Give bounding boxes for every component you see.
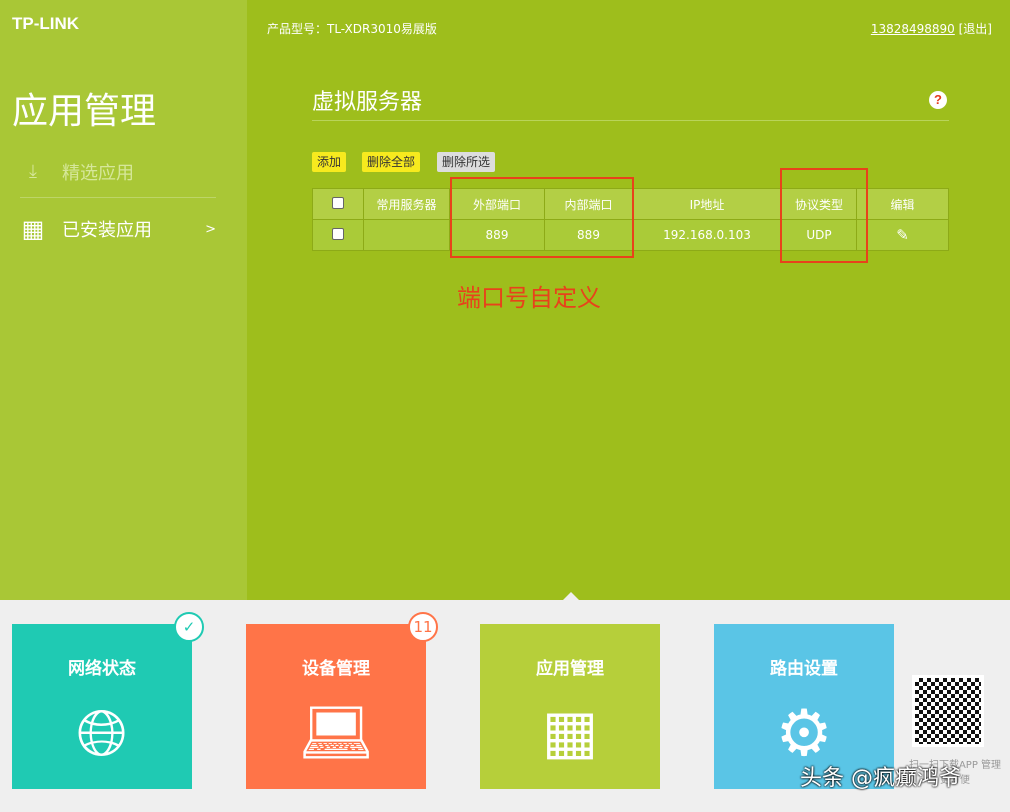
- tile-device-management[interactable]: 11 设备管理 💻︎: [246, 624, 426, 789]
- cell-ip: 192.168.0.103: [633, 220, 782, 251]
- tile-label: 设备管理: [246, 654, 426, 679]
- tp-link-logo: TP-LINK: [12, 14, 79, 34]
- edit-icon[interactable]: ✎: [896, 226, 909, 244]
- cell-server: [364, 220, 450, 251]
- qr-code: [912, 675, 984, 747]
- highlight-box-protocol: [780, 168, 868, 263]
- sidebar-item-label: 已安装应用: [62, 216, 152, 242]
- delete-all-button[interactable]: 删除全部: [362, 152, 420, 172]
- col-edit: 编辑: [857, 189, 949, 220]
- grid-icon: ▦: [20, 215, 46, 243]
- laptop-icon: 💻︎: [246, 697, 426, 768]
- tile-label: 应用管理: [480, 654, 660, 679]
- add-button[interactable]: 添加: [312, 152, 346, 172]
- delete-selected-button[interactable]: 删除所选: [437, 152, 495, 172]
- sidebar-item-label: 精选应用: [62, 159, 134, 185]
- download-icon: ⤓: [20, 161, 46, 182]
- chevron-right-icon: >: [205, 222, 216, 237]
- tile-label: 网络状态: [12, 654, 192, 679]
- apps-grid-icon: ▦: [480, 697, 660, 767]
- sidebar-title: 应用管理: [12, 82, 156, 134]
- active-pointer: [562, 592, 580, 601]
- product-model: 产品型号：TL-XDR3010易展版: [267, 20, 437, 37]
- divider: [312, 120, 949, 121]
- device-count-badge: 11: [408, 612, 438, 642]
- page-title: 虚拟服务器: [312, 84, 422, 116]
- select-all-checkbox[interactable]: [332, 197, 344, 209]
- tile-app-management[interactable]: 应用管理 ▦: [480, 624, 660, 789]
- annotation-text: 端口号自定义: [457, 278, 601, 313]
- globe-icon: 🌐︎: [12, 697, 192, 771]
- watermark: 头条 @疯癫鸿爷: [800, 760, 961, 792]
- logout-link[interactable]: [退出]: [959, 22, 992, 36]
- check-icon: ✓: [174, 612, 204, 642]
- highlight-box-ports: [450, 177, 634, 258]
- col-ip: IP地址: [633, 189, 782, 220]
- sidebar-item-installed-apps[interactable]: ▦ 已安装应用 >: [20, 203, 216, 255]
- col-server: 常用服务器: [364, 189, 450, 220]
- main-panel: 产品型号：TL-XDR3010易展版 13828498890 [退出] 虚拟服务…: [247, 0, 1010, 600]
- tile-label: 路由设置: [714, 654, 894, 679]
- sidebar-item-featured-apps[interactable]: ⤓ 精选应用: [20, 146, 216, 198]
- sidebar: TP-LINK 应用管理 ⤓ 精选应用 ▦ 已安装应用 >: [0, 0, 247, 600]
- row-checkbox[interactable]: [332, 228, 344, 240]
- tile-network-status[interactable]: ✓ 网络状态 🌐︎: [12, 624, 192, 789]
- help-icon[interactable]: ?: [929, 91, 947, 109]
- user-account-link[interactable]: 13828498890: [871, 22, 955, 36]
